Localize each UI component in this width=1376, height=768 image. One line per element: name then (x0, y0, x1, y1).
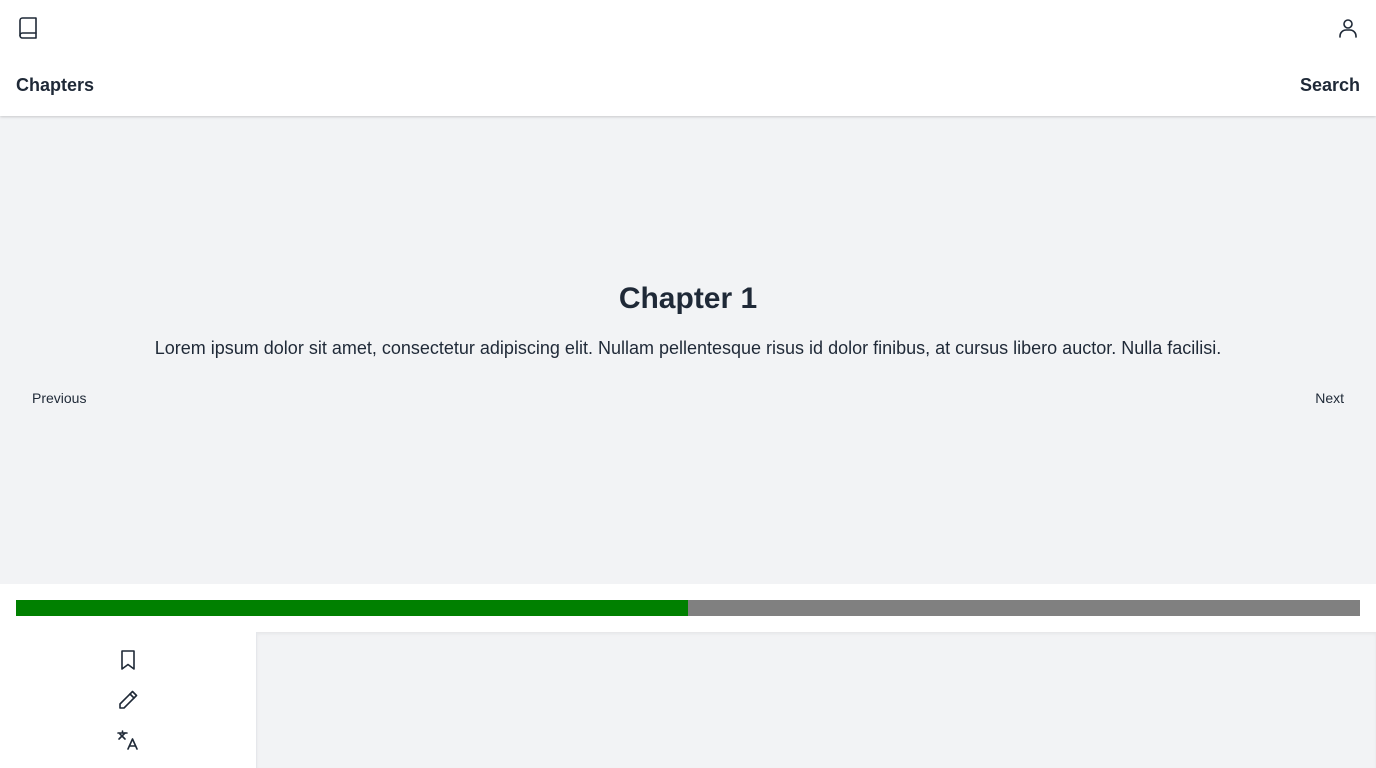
search-link[interactable]: Search (1300, 74, 1360, 96)
chapter-title: Chapter 1 (618, 282, 758, 315)
user-icon[interactable] (1336, 16, 1360, 40)
chapter-text: Lorem ipsum dolor sit amet, consectetur … (154, 338, 1222, 358)
tool-sidebar (0, 632, 256, 768)
chapters-link[interactable]: Chapters (16, 74, 94, 96)
book-icon[interactable] (16, 16, 40, 40)
next-button[interactable]: Next (1315, 388, 1344, 408)
progress-section (0, 584, 1376, 632)
translate-icon[interactable] (116, 728, 140, 752)
content-panel (256, 632, 1376, 768)
bookmark-icon[interactable] (116, 648, 140, 672)
top-header: Chapters Search (0, 0, 1376, 116)
progress-fill (16, 600, 688, 616)
previous-button[interactable]: Previous (32, 388, 86, 408)
pencil-icon[interactable] (116, 688, 140, 712)
progress-bar (16, 600, 1360, 616)
reading-area: Chapter 1 Lorem ipsum dolor sit amet, co… (0, 116, 1376, 584)
